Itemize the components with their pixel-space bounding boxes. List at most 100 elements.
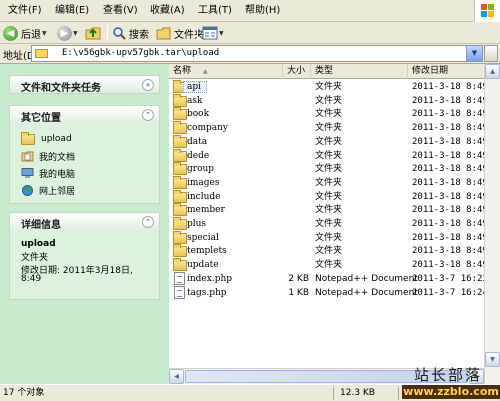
file-type: 文件夹 [315,82,343,92]
expand-icon[interactable]: » [142,79,154,91]
folders-icon [156,27,171,39]
file-type: 文件夹 [315,246,343,257]
file-size [283,80,309,94]
file-size [283,121,309,135]
tasks-panel-header[interactable]: 文件和文件夹任务 » [9,75,160,94]
file-modified: 2011-3-18 8:49 [412,219,488,229]
file-row[interactable]: api 文件夹 2011-3-18 8:49 [169,80,500,94]
place-my-documents[interactable]: 我的文档 [21,149,75,163]
other-places-header[interactable]: 其它位置 ⌃ [9,105,160,124]
file-row[interactable]: member 文件夹 2011-3-18 8:49 [169,203,500,217]
column-type-label: 类型 [315,66,334,76]
file-row[interactable]: special 文件夹 2011-3-18 8:49 [169,230,500,245]
status-object-count: 17 个对象 [3,388,45,398]
watermark-url: www.zzblo.com [402,385,500,399]
collapse-icon[interactable]: ⌃ [142,216,154,228]
forward-dropdown-icon[interactable]: ▼ [73,30,78,37]
file-size [283,176,309,190]
file-name: data [187,136,208,147]
column-type[interactable]: 类型 [311,64,408,79]
search-button[interactable]: 搜索 [112,24,149,42]
scroll-left-icon[interactable]: ◀ [169,369,184,384]
file-type: 文件夹 [315,150,343,161]
views-button[interactable]: ▼ [202,24,224,42]
file-row[interactable]: templets 文件夹 2011-3-18 8:49 [169,244,500,258]
forward-arrow-icon: ▶ [57,25,72,41]
menu-file[interactable]: 文件(F) [6,4,44,18]
file-modified: 2011-3-18 8:49 [412,164,488,175]
file-name: plus [187,219,207,229]
file-type: 文件夹 [315,177,343,188]
vertical-scrollbar[interactable]: ▲ ▼ [484,64,500,384]
place-upload[interactable]: upload [21,131,72,146]
file-modified: 2011-3-18 8:49 [412,246,488,257]
back-dropdown-icon[interactable]: ▼ [42,30,47,37]
file-type: 文件夹 [315,109,343,120]
php-file-icon [174,285,185,299]
collapse-icon[interactable]: ⌃ [142,109,154,121]
address-dropdown-icon[interactable]: ▼ [466,46,482,61]
address-bar-grip[interactable] [484,45,498,62]
place-my-computer[interactable]: 我的电脑 [21,166,75,180]
file-row[interactable]: data 文件夹 2011-3-18 8:49 [169,134,500,149]
column-size[interactable]: 大小 [283,64,311,79]
file-name: special [187,232,219,243]
file-name: ask [187,95,203,106]
back-button[interactable]: ◀ 后退 ▼ [3,24,47,42]
file-size: 2 KB [288,273,309,284]
forward-button[interactable]: ▶ ▼ [57,24,78,42]
column-name[interactable]: 名称 ▲ [169,64,283,79]
search-icon [113,27,126,40]
file-row[interactable]: group 文件夹 2011-3-18 8:49 [169,162,500,176]
file-row[interactable]: ask 文件夹 2011-3-18 8:49 [169,93,500,108]
menu-help[interactable]: 帮助(H) [243,4,282,18]
place-network[interactable]: 网上邻居 [21,183,75,197]
address-path[interactable]: E:\v56gbk-upv57gbk.tar\upload [62,48,219,58]
file-row[interactable]: company 文件夹 2011-3-18 8:49 [169,121,500,135]
folder-icon [173,134,187,148]
file-type: 文件夹 [315,219,343,229]
details-header[interactable]: 详细信息 ⌃ [9,212,160,231]
windows-logo-icon [474,0,500,22]
menu-view[interactable]: 查看(V) [101,4,140,18]
scroll-up-icon[interactable]: ▲ [485,64,500,79]
folder-icon [173,121,187,135]
file-row[interactable]: index.php 2 KB Notepad++ Document 2011-3-7 … [169,271,500,286]
toolbar: ◀ 后退 ▼ ▶ ▼ 搜索 文件夹 ▼ [0,22,500,44]
file-row[interactable]: images 文件夹 2011-3-18 8:49 [169,175,500,190]
folder-icon [173,148,187,162]
my-documents-icon [21,151,34,161]
file-type: 文件夹 [315,232,343,243]
other-places-body: upload 我的文档 我的电脑 网上邻居 [9,124,160,204]
folder-icon [173,162,187,176]
file-size [283,231,309,245]
file-name: index.php [187,273,233,284]
other-places-title: 其它位置 [21,113,61,124]
folder-icon [173,230,187,244]
file-name: templets [187,246,227,257]
file-size [283,135,309,149]
file-size [283,217,309,231]
menu-tools[interactable]: 工具(T) [196,4,234,18]
php-file-icon [174,271,185,285]
file-size [283,190,309,204]
column-name-label: 名称 [173,66,192,76]
file-row[interactable]: tags.php 1 KB Notepad++ Document 2011-3-7 1… [169,285,500,300]
details-modified-time: 8:49 [21,274,42,284]
menu-edit[interactable]: 编辑(E) [53,4,91,18]
menu-favorites[interactable]: 收藏(A) [148,4,187,18]
file-row[interactable]: plus 文件夹 2011-3-18 8:49 [169,217,500,231]
file-size [283,107,309,121]
file-row[interactable]: book 文件夹 2011-3-18 8:49 [169,107,500,121]
up-folder-button[interactable] [85,24,102,42]
file-name: api [187,82,202,92]
file-row[interactable]: dede 文件夹 2011-3-18 8:49 [169,148,500,163]
file-modified: 2011-3-18 8:49 [412,136,488,147]
file-name: update [187,260,219,271]
file-row[interactable]: update 文件夹 2011-3-18 8:49 [169,258,500,272]
file-row[interactable]: include 文件夹 2011-3-18 8:49 [169,189,500,204]
file-name: company [187,123,229,134]
file-modified: 2011-3-7 16:24 [412,287,488,298]
file-type: 文件夹 [315,123,343,134]
address-field[interactable]: E:\v56gbk-upv57gbk.tar\upload ▼ [31,45,483,62]
